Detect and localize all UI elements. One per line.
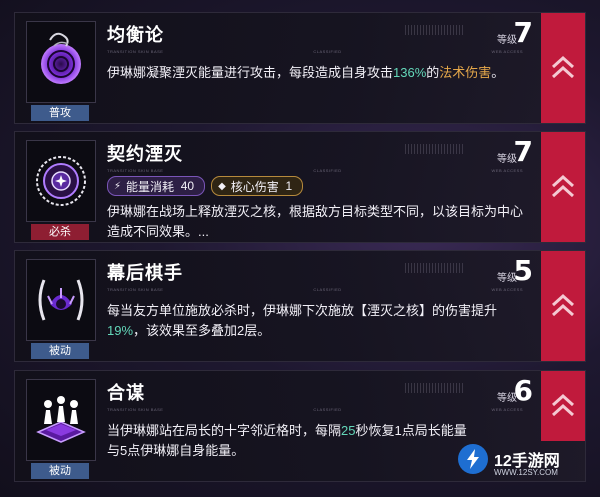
three-figures-icon: [36, 396, 86, 443]
lightning-logo-icon: [458, 444, 488, 474]
watermark-url: WWW.12SY.COM: [494, 468, 558, 477]
decorative-barcode: [405, 263, 465, 273]
level-value: 6: [513, 374, 533, 407]
skill-card-basic-attack[interactable]: 普攻 均衡论 TRANSITION SKIN BASE CLASSIFIED W…: [14, 12, 586, 124]
skill-description: 当伊琳娜站在局长的十字邻近格时，每隔25秒恢复1点局长能量与5点伊琳娜自身能量。: [107, 423, 467, 458]
micro-text-row: TRANSITION SKIN BASE CLASSIFIED WEB ACCE…: [107, 407, 523, 412]
double-chevron-up-icon: [551, 174, 575, 198]
skill-type-tag: 被动: [31, 343, 89, 359]
skill-type-tag: 被动: [31, 463, 89, 479]
skill-icon-frame: [26, 140, 96, 222]
vortex-orb-icon: [41, 32, 81, 84]
double-chevron-up-icon: [551, 293, 575, 317]
skill-description: 伊琳娜在战场上释放湮灭之核，根据敌方目标类型不同，以该目标为中心造成不同效果。.…: [107, 204, 524, 239]
decorative-barcode: [405, 383, 465, 393]
site-watermark: 12手游网 WWW.12SY.COM: [458, 434, 600, 484]
skill-title: 均衡论: [107, 25, 164, 45]
level-value: 7: [513, 135, 533, 168]
skill-icon-frame: [26, 21, 96, 103]
skill-type-tag: 必杀: [31, 224, 89, 240]
decorative-barcode: [405, 144, 465, 154]
skill-description: 每当友方单位施放必杀时，伊琳娜下次施放【湮灭之核】的伤害提升19%，该效果至多叠…: [107, 303, 498, 338]
skill-title: 幕后棋手: [107, 263, 183, 283]
skill-icon-frame: [26, 259, 96, 341]
upgrade-button[interactable]: [541, 371, 585, 441]
core-damage-pill: ◆ 核心伤害 1: [211, 176, 304, 196]
diamond-icon: ◆: [218, 180, 226, 192]
level-value: 7: [513, 16, 533, 49]
energy-cost-pill: ⚡ 能量消耗 40: [107, 176, 206, 196]
skill-card-passive-1[interactable]: 被动 幕后棋手 TRANSITION SKIN BASE CLASSIFIED …: [14, 250, 586, 362]
double-chevron-up-icon: [551, 393, 575, 417]
skill-type-tag: 普攻: [31, 105, 89, 121]
level-value: 5: [513, 254, 533, 287]
skill-title: 契约湮灭: [107, 144, 183, 164]
upgrade-button[interactable]: [541, 132, 585, 242]
micro-text-row: TRANSITION SKIN BASE CLASSIFIED WEB ACCE…: [107, 168, 523, 173]
micro-text-row: TRANSITION SKIN BASE CLASSIFIED WEB ACCE…: [107, 287, 523, 292]
contract-sigil-icon: [36, 156, 86, 206]
skill-description: 伊琳娜凝聚湮灭能量进行攻击，每段造成自身攻击136%的法术伤害。: [107, 65, 505, 80]
decorative-barcode: [405, 25, 465, 35]
micro-text-row: TRANSITION SKIN BASE CLASSIFIED WEB ACCE…: [107, 49, 523, 54]
upgrade-button[interactable]: [541, 251, 585, 361]
skill-icon-frame: [26, 379, 96, 461]
skill-card-ultimate[interactable]: 必杀 契约湮灭 TRANSITION SKIN BASE CLASSIFIED …: [14, 131, 586, 243]
skill-title: 合谋: [107, 383, 145, 403]
lightning-icon: ⚡: [114, 180, 122, 192]
skill-stat-pills: ⚡ 能量消耗 40 ◆ 核心伤害 1: [107, 176, 309, 196]
double-chevron-up-icon: [551, 55, 575, 79]
upgrade-button[interactable]: [541, 13, 585, 123]
chess-hand-icon: [38, 279, 84, 321]
